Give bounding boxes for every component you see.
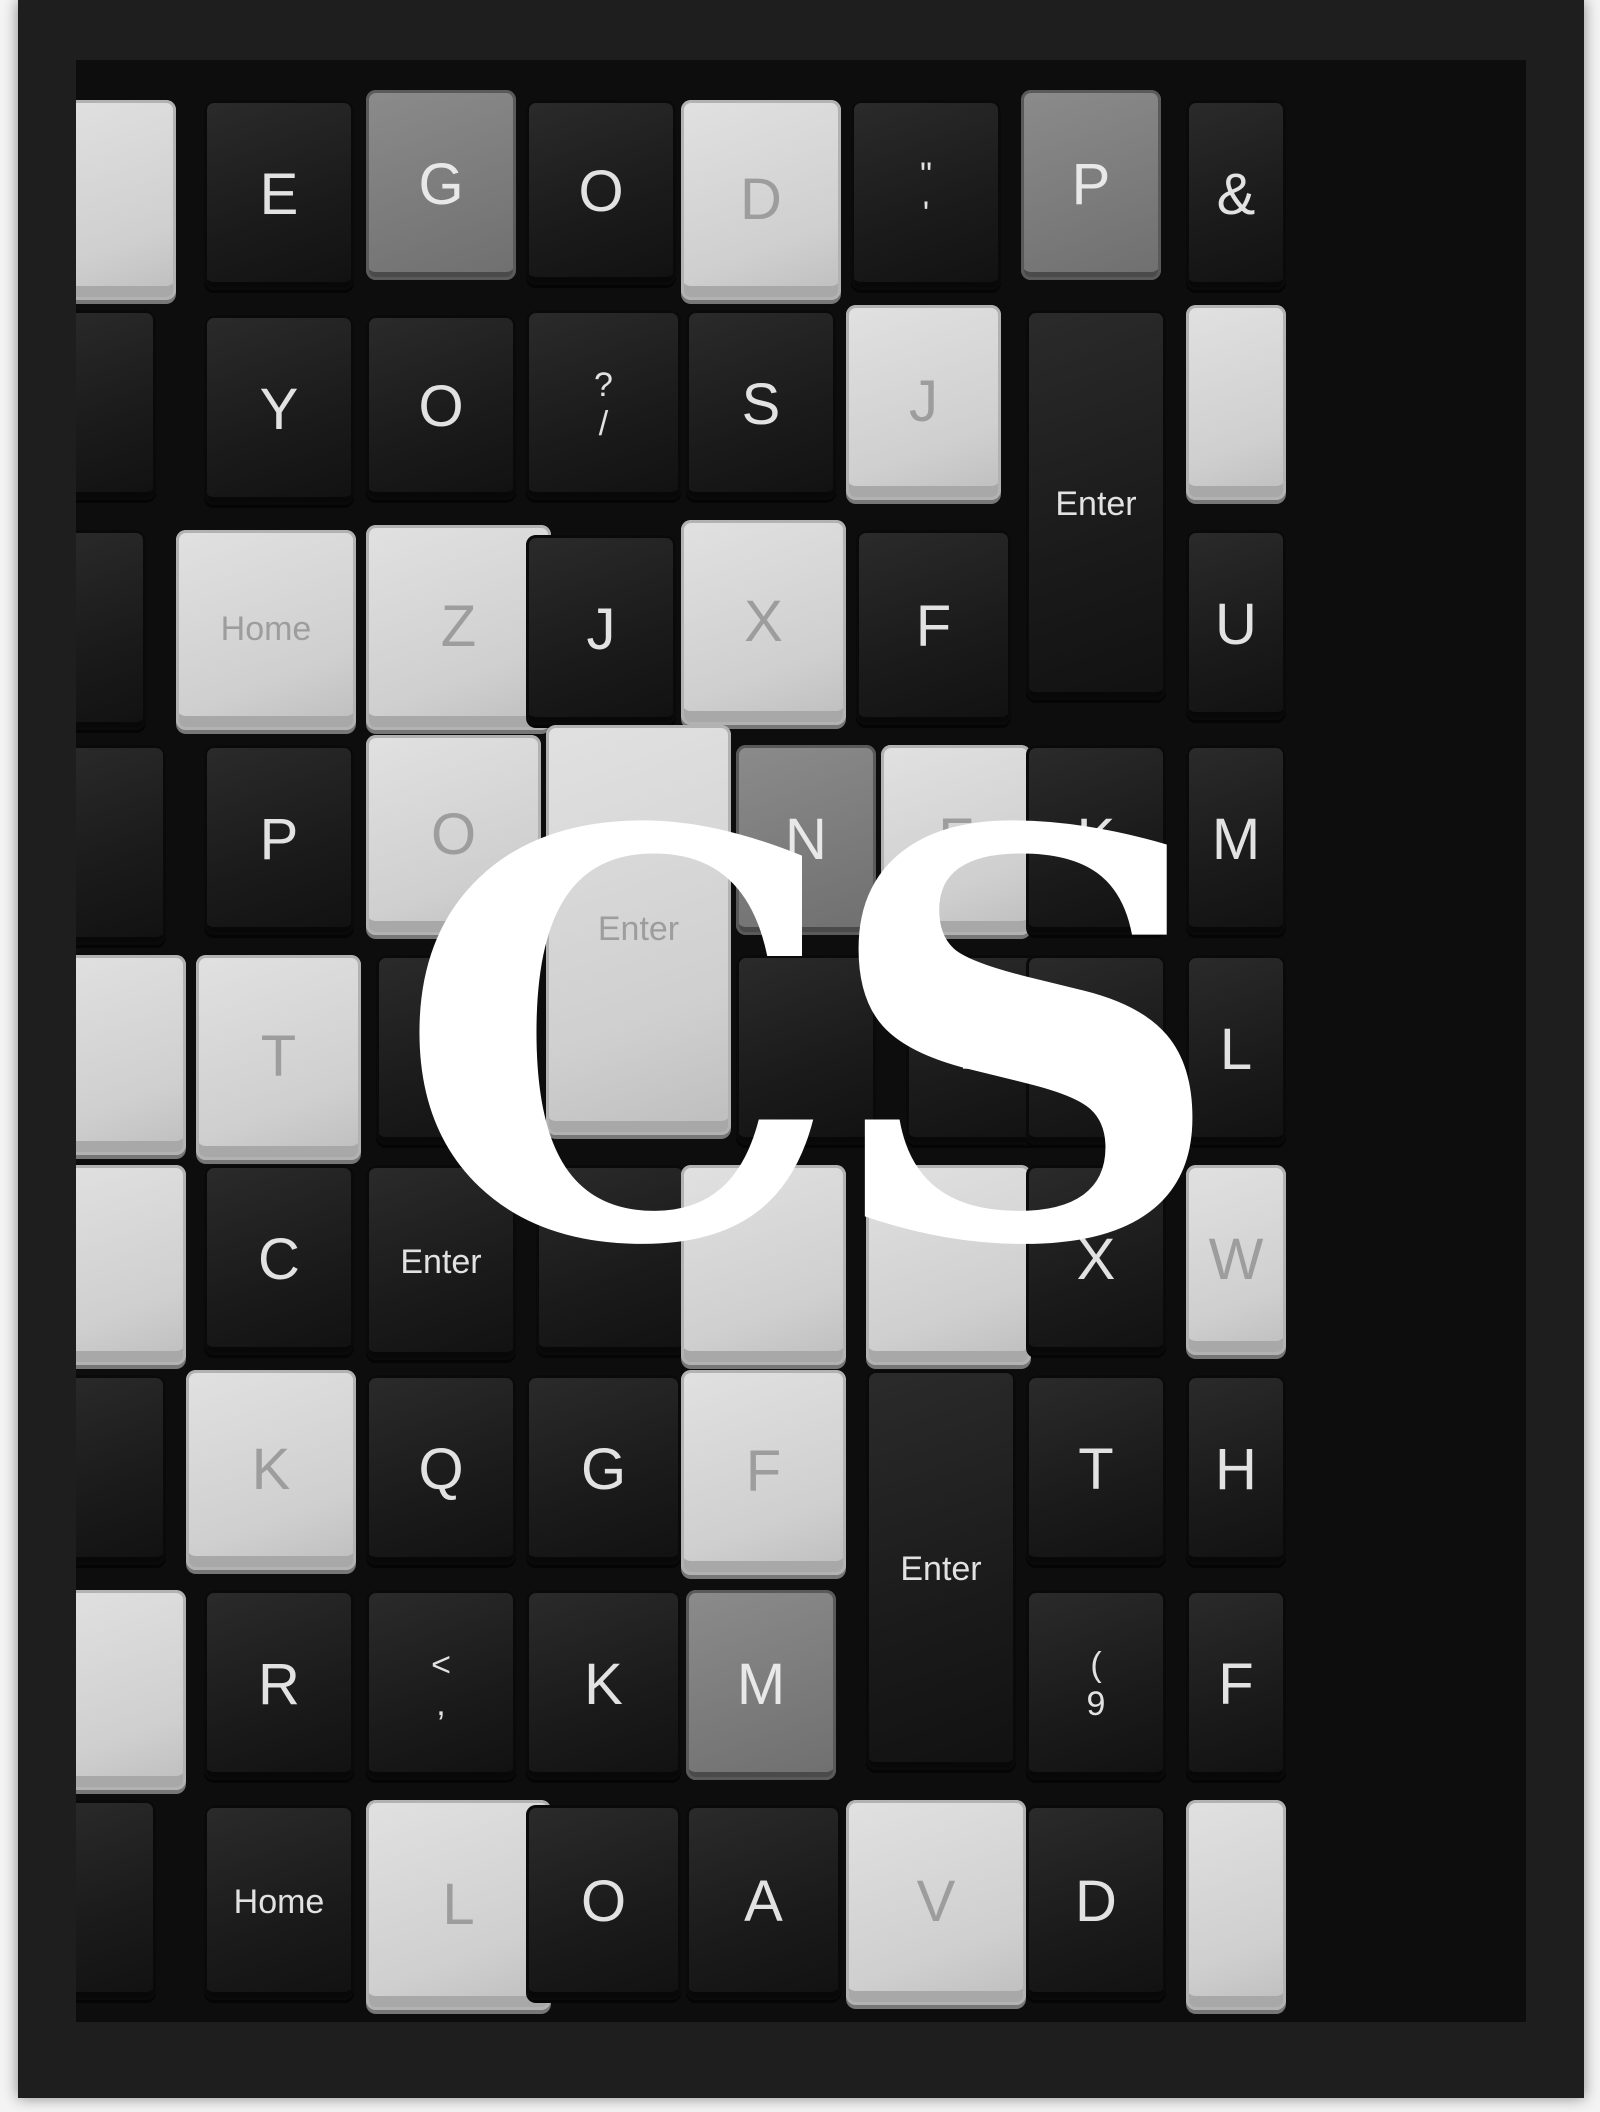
keycap: H xyxy=(1186,1375,1286,1565)
keycap: O xyxy=(526,100,676,285)
keycap: Enter xyxy=(866,1370,1016,1770)
keycap: B xyxy=(1026,955,1166,1145)
keycap: Q xyxy=(366,1375,516,1565)
keycap xyxy=(76,310,156,500)
keycap xyxy=(1186,305,1286,500)
keycap: A xyxy=(686,1805,841,2000)
keycap xyxy=(866,1165,1031,1365)
keycap: F xyxy=(1186,1590,1286,1780)
keycap xyxy=(76,100,176,300)
keycap: F xyxy=(856,530,1011,725)
keycap: X xyxy=(681,520,846,725)
keycap: R xyxy=(204,1590,354,1780)
keycap: J xyxy=(526,535,676,725)
keycap xyxy=(1186,1800,1286,2010)
keycap: D xyxy=(681,100,841,300)
keycap: K xyxy=(1026,745,1166,935)
keycap: O xyxy=(526,1805,681,2000)
poster-frame: E G O D " ' P & Y O? / S J Enter Home Z J X F U P O Enter N F K… xyxy=(18,0,1584,2098)
keycap: D xyxy=(1026,1805,1166,2000)
keycap: T xyxy=(196,955,361,1160)
keycap: E xyxy=(204,100,354,290)
keycap: K xyxy=(186,1370,356,1570)
keycap: Y xyxy=(204,315,354,505)
keycap: Home xyxy=(176,530,356,730)
keycap xyxy=(76,1800,156,2000)
keycap: T xyxy=(1026,1375,1166,1565)
keycap: F xyxy=(906,955,1046,1145)
keycap: P xyxy=(1021,90,1161,280)
keycap: < , xyxy=(366,1590,516,1780)
keycap: M xyxy=(1186,745,1286,935)
keycap: F xyxy=(681,1370,846,1575)
keycap: Z xyxy=(366,525,551,730)
keycap: L xyxy=(1186,955,1286,1145)
keyboard-keys-photo: E G O D " ' P & Y O? / S J Enter Home Z J X F U P O Enter N F K… xyxy=(76,60,1526,2022)
keycap: Enter xyxy=(366,1165,516,1360)
keycap: ( 9 xyxy=(1026,1590,1166,1780)
keycap: K xyxy=(526,1590,681,1780)
keycap: X xyxy=(1026,1165,1166,1355)
keycap xyxy=(681,1165,846,1365)
keycap xyxy=(536,1165,686,1355)
keycap: J xyxy=(846,305,1001,500)
keycap xyxy=(76,1375,166,1565)
keycap xyxy=(76,1590,186,1790)
keycap xyxy=(376,955,536,1145)
keycap xyxy=(76,745,166,945)
keycap: V xyxy=(846,1800,1026,2005)
keycap: O xyxy=(366,735,541,935)
keycap xyxy=(76,955,186,1155)
keycap xyxy=(76,1165,186,1365)
keycap: Enter xyxy=(546,725,731,1135)
keycap xyxy=(76,530,146,730)
keycap: & xyxy=(1186,100,1286,290)
keycap: C xyxy=(204,1165,354,1355)
keycap: G xyxy=(526,1375,681,1565)
keycap xyxy=(736,955,876,1145)
keycap: F xyxy=(881,745,1031,935)
keycap: S xyxy=(686,310,836,500)
keycap: L xyxy=(366,1800,551,2010)
keycap: M xyxy=(686,1590,836,1780)
keycap: U xyxy=(1186,530,1286,720)
keycap: Enter xyxy=(1026,310,1166,700)
keycap: " ' xyxy=(851,100,1001,290)
keycap: W xyxy=(1186,1165,1286,1355)
keycap: N xyxy=(736,745,876,935)
keycap: G xyxy=(366,90,516,280)
keycap: O xyxy=(366,315,516,500)
keycap: P xyxy=(204,745,354,935)
keycap: Home xyxy=(204,1805,354,2000)
keycap: ? / xyxy=(526,310,681,500)
